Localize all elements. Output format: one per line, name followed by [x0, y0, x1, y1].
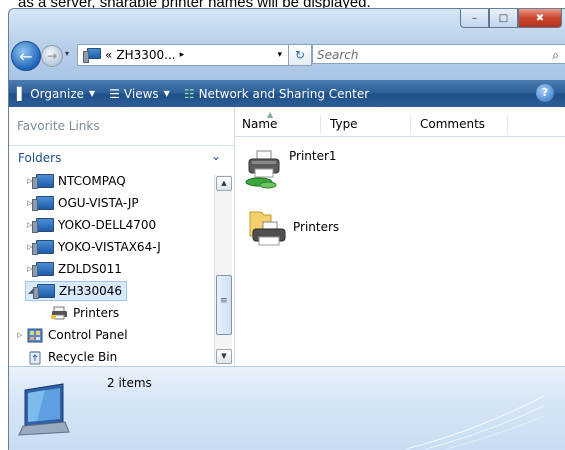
- refresh-button[interactable]: ↻: [288, 44, 312, 66]
- close-button[interactable]: ✖: [518, 9, 562, 28]
- computer-icon: [32, 174, 54, 189]
- command-toolbar: ▌ Organize ▼ ☰ Views ▼ ☷ Network and Sha…: [9, 80, 565, 107]
- expand-icon[interactable]: ▷: [17, 331, 26, 339]
- tree-item-zh330046[interactable]: ◢ ZH330046: [25, 281, 128, 301]
- file-list-pane: ▲ Name Type Comments Printer1 Printers: [235, 107, 565, 366]
- scroll-up-button[interactable]: ▲: [216, 176, 232, 191]
- caption-buttons: – □ ✖: [460, 9, 562, 29]
- computer-icon: [82, 48, 101, 63]
- organize-label: Organize: [30, 86, 84, 101]
- tree-item-printers[interactable]: Printers: [51, 303, 119, 323]
- back-button[interactable]: ←: [11, 41, 41, 71]
- scroll-thumb[interactable]: [216, 275, 232, 335]
- breadcrumb-prefix[interactable]: «: [105, 48, 112, 62]
- column-divider[interactable]: [507, 116, 508, 134]
- back-arrow-icon: ←: [19, 46, 33, 66]
- file-item-label: Printer1: [289, 149, 337, 163]
- computer-icon: [32, 196, 54, 211]
- tree-item-label: Control Panel: [48, 328, 128, 342]
- scroll-down-button[interactable]: ▼: [216, 349, 232, 364]
- recent-pages-dropdown[interactable]: ▾: [65, 49, 69, 58]
- refresh-icon: ↻: [294, 48, 306, 62]
- folders-label: Folders: [18, 151, 62, 165]
- explorer-window: – □ ✖ ← → ▾ « ZH3300... ▸ ▾ ↻ Search ⌕ ▌…: [8, 8, 565, 450]
- views-label: Views: [123, 86, 159, 101]
- tree-item-label: ZH330046: [59, 284, 123, 298]
- tree-item-label: Printers: [73, 306, 120, 320]
- chevron-down-icon: ▼: [163, 89, 170, 98]
- nav-scrollbar[interactable]: ▲ ▼: [214, 175, 232, 364]
- views-button[interactable]: ☰ Views ▼: [109, 87, 170, 101]
- column-divider[interactable]: [320, 116, 321, 134]
- tree-item-yoko-vistax64-j[interactable]: ▷ YOKO-VISTAX64-J: [27, 237, 161, 257]
- tree-item-ntcompaq[interactable]: ▷ NTCOMPAQ: [27, 171, 126, 191]
- help-button[interactable]: ?: [536, 84, 554, 102]
- computer-icon: [33, 284, 55, 299]
- address-bar[interactable]: « ZH3300... ▸ ▾: [77, 44, 289, 66]
- search-placeholder: Search: [317, 48, 359, 62]
- network-sharing-center-button[interactable]: ☷ Network and Sharing Center: [184, 87, 369, 101]
- views-icon: ☰: [109, 86, 120, 101]
- tree-item-label: YOKO-DELL4700: [58, 218, 157, 232]
- tree-item-ogu-vista-jp[interactable]: ▷ OGU-VISTA-JP: [27, 193, 139, 213]
- maximize-button[interactable]: □: [489, 9, 518, 28]
- decorative-swoosh: [405, 395, 545, 450]
- network-icon: ☷: [183, 86, 195, 101]
- column-name[interactable]: Name: [242, 117, 277, 131]
- file-item-printers[interactable]: Printers: [247, 206, 339, 250]
- tree-item-label: Recycle Bin: [48, 350, 118, 364]
- tree-item-label: ZDLDS011: [58, 262, 122, 276]
- breadcrumb-arrow-icon[interactable]: ▸: [180, 50, 185, 60]
- search-icon[interactable]: ⌕: [552, 45, 559, 65]
- file-item-printer1[interactable]: Printer1: [243, 149, 337, 193]
- printer-icon: [51, 306, 69, 320]
- organize-button[interactable]: ▌ Organize ▼: [17, 87, 95, 101]
- tree-item-yoko-dell4700[interactable]: ▷ YOKO-DELL4700: [27, 215, 156, 235]
- forward-button[interactable]: →: [41, 45, 63, 67]
- tree-item-zdlds011[interactable]: ▷ ZDLDS011: [27, 259, 122, 279]
- favorite-links-header[interactable]: Favorite Links: [17, 119, 100, 133]
- tree-item-label: OGU-VISTA-JP: [58, 196, 139, 210]
- computer-icon: [32, 262, 54, 277]
- minimize-button[interactable]: –: [460, 9, 489, 28]
- tree-item-recycle-bin[interactable]: Recycle Bin: [26, 347, 117, 367]
- address-row: ← → ▾ « ZH3300... ▸ ▾ ↻ Search ⌕: [9, 39, 565, 71]
- file-item-label: Printers: [293, 220, 340, 234]
- navigation-pane: Favorite Links Folders ⌄ ▷ NTCOMPAQ ▷ OG…: [9, 107, 235, 366]
- printer-folder-icon: [247, 206, 291, 250]
- tree-item-control-panel[interactable]: ▷ Control Panel: [17, 325, 128, 345]
- search-input[interactable]: Search ⌕: [312, 44, 565, 64]
- chevron-down-icon[interactable]: ⌄: [211, 149, 221, 163]
- network-label: Network and Sharing Center: [198, 86, 370, 101]
- computer-icon: [32, 218, 54, 233]
- item-count: 2 items: [107, 376, 152, 390]
- computer-monitor-icon: [15, 382, 73, 437]
- address-dropdown-icon[interactable]: ▾: [277, 50, 282, 60]
- tree-item-label: YOKO-VISTAX64-J: [58, 240, 161, 254]
- recycle-bin-icon: [26, 350, 44, 364]
- tree-item-label: NTCOMPAQ: [58, 174, 126, 188]
- folders-header[interactable]: Folders ⌄: [9, 145, 234, 170]
- column-comments[interactable]: Comments: [420, 117, 485, 131]
- column-headers: ▲ Name Type Comments: [235, 110, 565, 137]
- chevron-down-icon: ▼: [89, 89, 96, 98]
- column-type[interactable]: Type: [330, 117, 358, 131]
- breadcrumb[interactable]: ZH3300...: [116, 48, 175, 62]
- computer-icon: [32, 240, 54, 255]
- organize-icon: ▌: [17, 86, 27, 101]
- details-pane: 2 items: [9, 366, 565, 450]
- column-divider[interactable]: [410, 116, 411, 134]
- forward-arrow-icon: →: [46, 49, 58, 63]
- shared-printer-icon: [243, 149, 287, 193]
- control-panel-icon: [26, 328, 44, 342]
